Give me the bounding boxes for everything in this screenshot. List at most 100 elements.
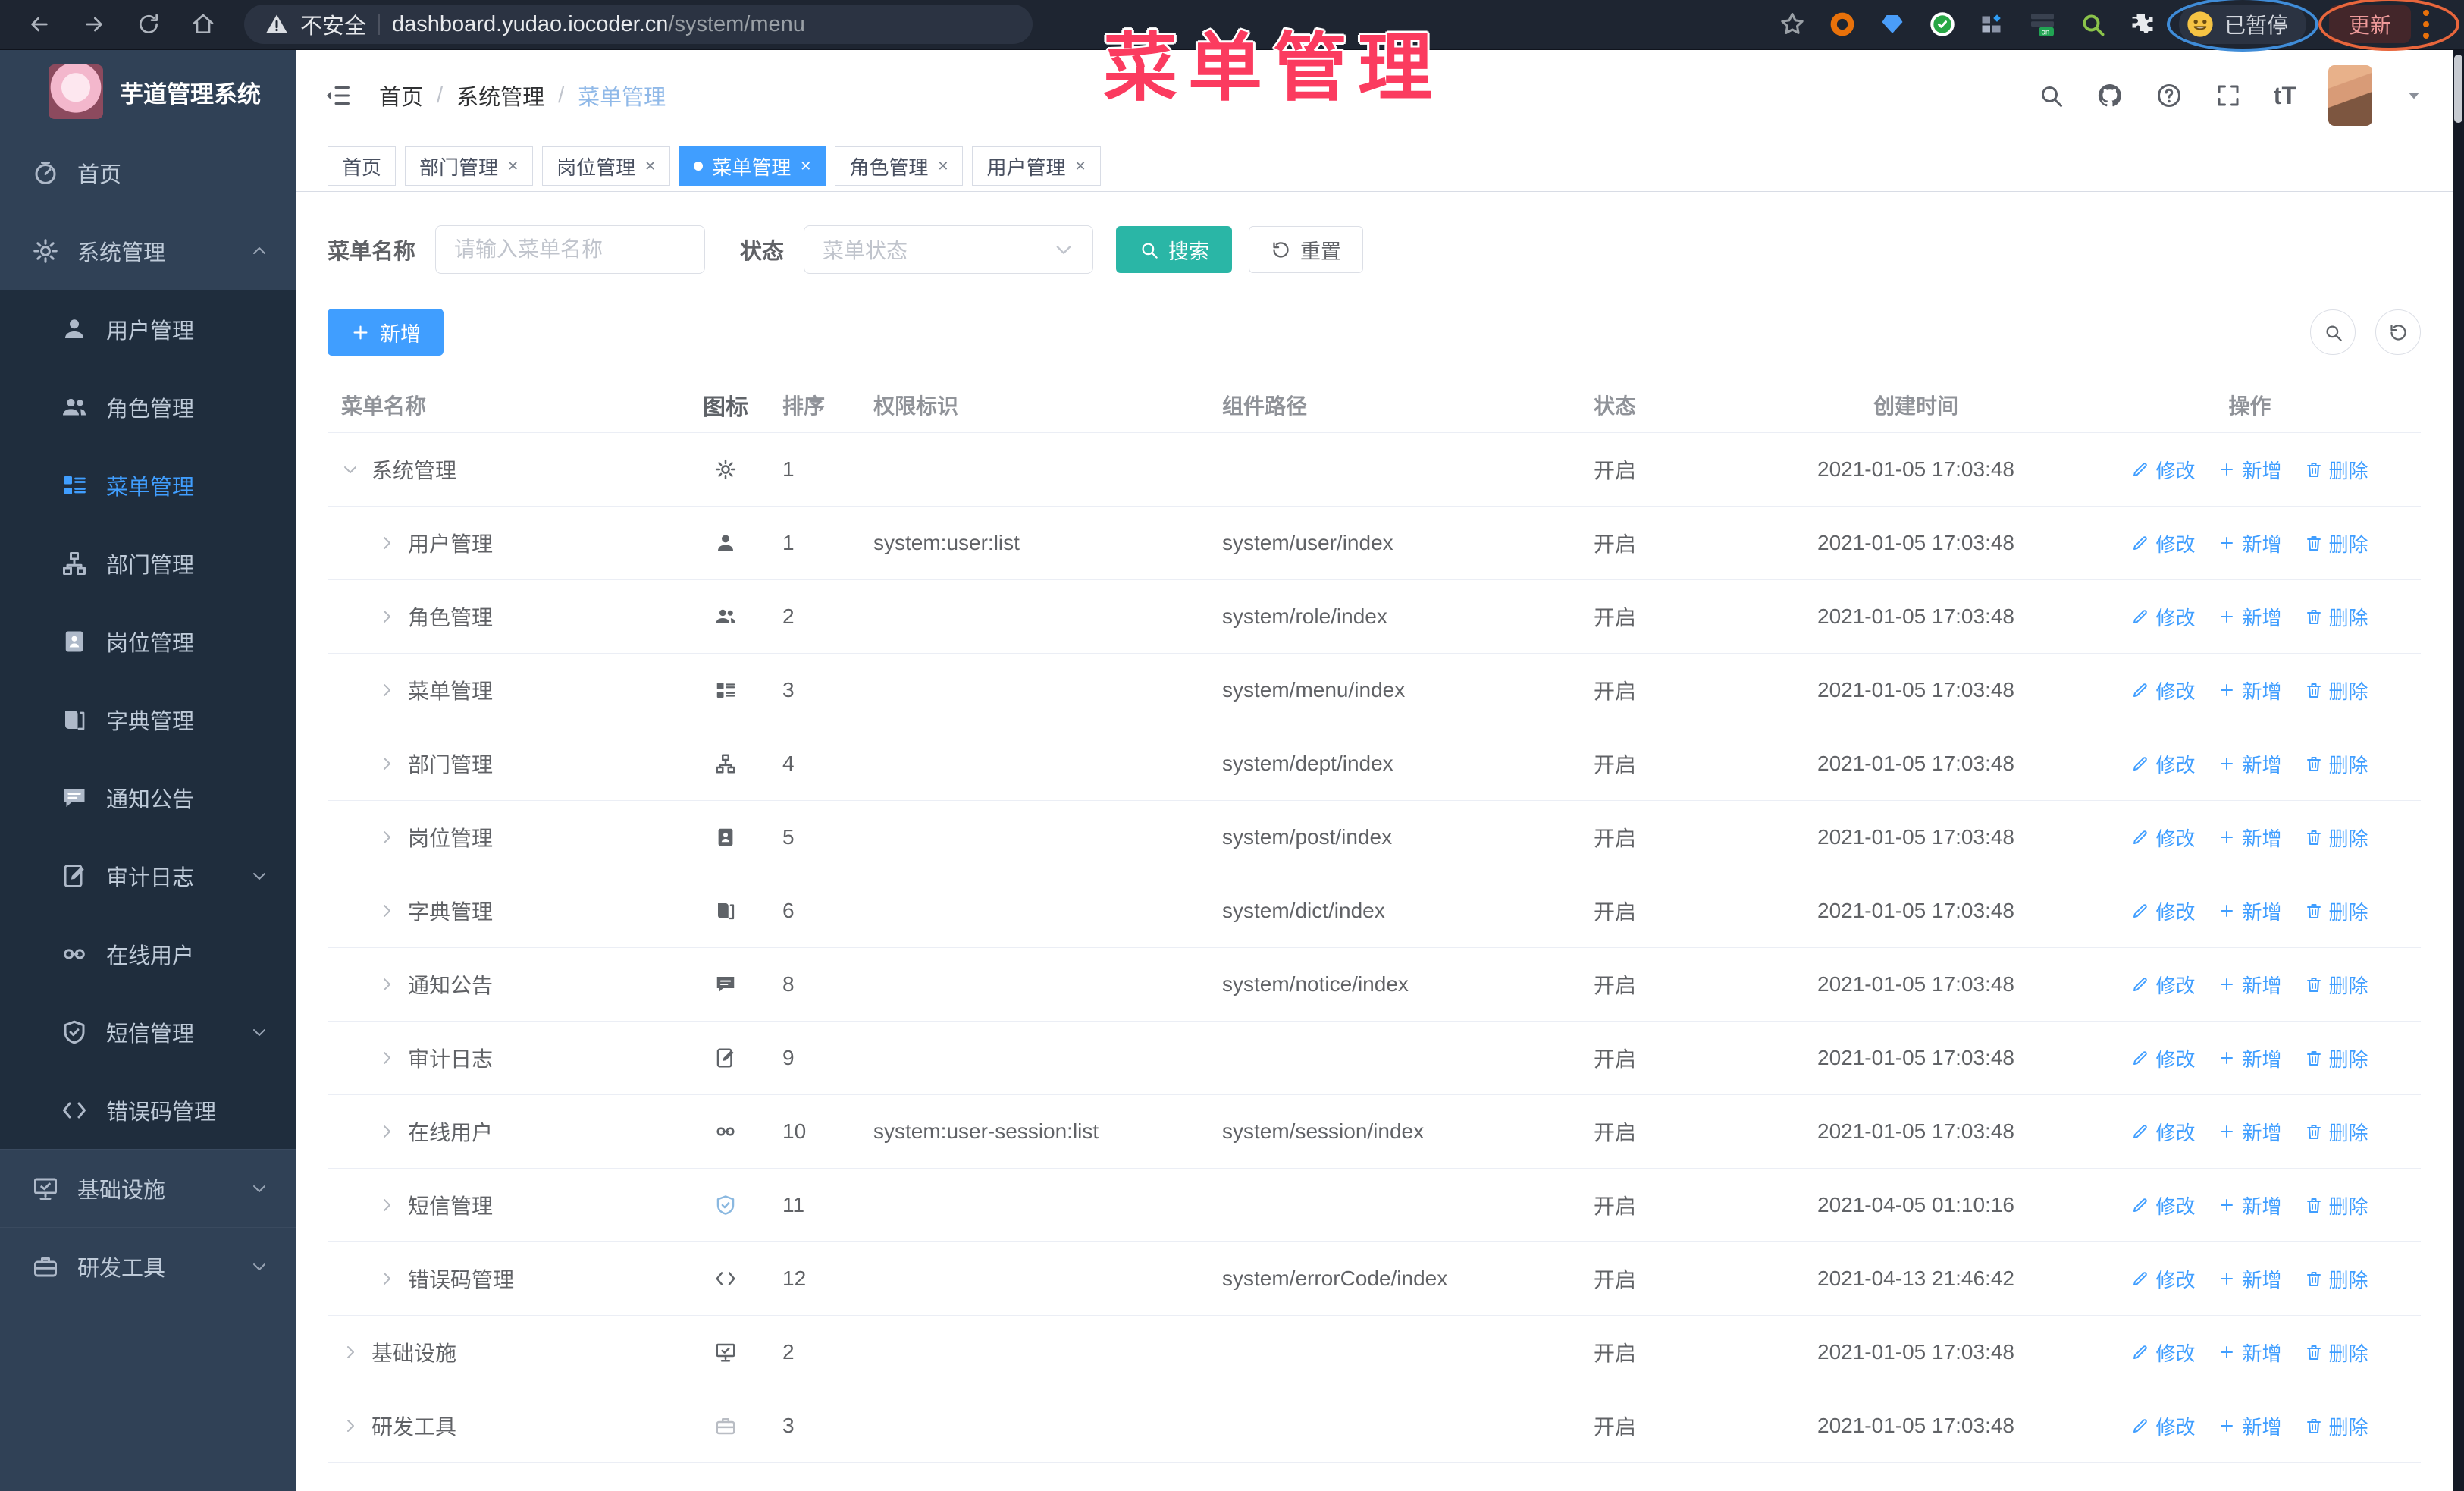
expand-row-icon[interactable]: [378, 828, 396, 846]
expand-row-icon[interactable]: [378, 1122, 396, 1141]
add-link[interactable]: 新增: [2218, 1412, 2282, 1440]
tab-close-icon[interactable]: ✕: [800, 159, 811, 174]
header-search-icon[interactable]: [2037, 82, 2064, 109]
add-link[interactable]: 新增: [2218, 971, 2282, 999]
expand-row-icon[interactable]: [378, 1049, 396, 1067]
delete-link[interactable]: 删除: [2305, 1265, 2368, 1293]
browser-reload-icon[interactable]: [124, 5, 173, 44]
sidebar-item-11[interactable]: 短信管理: [0, 993, 296, 1071]
github-icon[interactable]: [2096, 82, 2124, 109]
expand-row-icon[interactable]: [378, 975, 396, 993]
extension-magnifier-icon[interactable]: [2079, 11, 2106, 38]
expand-row-icon[interactable]: [378, 902, 396, 920]
edit-link[interactable]: 修改: [2131, 456, 2195, 484]
edit-link[interactable]: 修改: [2131, 676, 2195, 705]
delete-link[interactable]: 删除: [2305, 1044, 2368, 1072]
delete-link[interactable]: 删除: [2305, 824, 2368, 852]
extension-grid-icon[interactable]: [1979, 11, 2006, 38]
delete-link[interactable]: 删除: [2305, 750, 2368, 778]
add-link[interactable]: 新增: [2218, 897, 2282, 925]
expand-row-icon[interactable]: [341, 1417, 359, 1435]
expand-row-icon[interactable]: [378, 755, 396, 773]
sidebar-item-7[interactable]: 字典管理: [0, 680, 296, 758]
collapse-row-icon[interactable]: [341, 460, 359, 479]
add-link[interactable]: 新增: [2218, 1339, 2282, 1367]
tab-close-icon[interactable]: ✕: [1074, 159, 1086, 174]
sidebar-item-6[interactable]: 岗位管理: [0, 602, 296, 680]
browser-menu-icon[interactable]: [2423, 10, 2429, 39]
sidebar-item-14[interactable]: 研发工具: [0, 1227, 296, 1305]
extension-on-switch-icon[interactable]: on: [2029, 11, 2056, 38]
add-link[interactable]: 新增: [2218, 1191, 2282, 1219]
breadcrumb-home[interactable]: 首页: [379, 80, 423, 111]
tab-close-icon[interactable]: ✕: [507, 159, 519, 174]
sidebar-item-0[interactable]: 首页: [0, 133, 296, 212]
update-button[interactable]: 更新: [2328, 5, 2411, 43]
expand-row-icon[interactable]: [378, 534, 396, 552]
extension-green-icon[interactable]: [1929, 11, 1956, 38]
tab-3[interactable]: 菜单管理 ✕: [679, 146, 826, 186]
app-logo[interactable]: 芋道管理系统: [0, 50, 296, 133]
add-link[interactable]: 新增: [2218, 1044, 2282, 1072]
delete-link[interactable]: 删除: [2305, 603, 2368, 631]
sidebar-item-9[interactable]: 审计日志: [0, 837, 296, 915]
page-scrollbar[interactable]: [2453, 50, 2464, 1491]
edit-link[interactable]: 修改: [2131, 750, 2195, 778]
add-link[interactable]: 新增: [2218, 824, 2282, 852]
delete-link[interactable]: 删除: [2305, 897, 2368, 925]
reset-button[interactable]: 重置: [1249, 226, 1364, 273]
edit-link[interactable]: 修改: [2131, 1265, 2195, 1293]
sidebar-item-2[interactable]: 用户管理: [0, 290, 296, 368]
breadcrumb-system[interactable]: 系统管理: [456, 80, 544, 111]
fullscreen-icon[interactable]: [2215, 82, 2242, 109]
edit-link[interactable]: 修改: [2131, 1044, 2195, 1072]
edit-link[interactable]: 修改: [2131, 1339, 2195, 1367]
sidebar-item-13[interactable]: 基础设施: [0, 1149, 296, 1227]
edit-link[interactable]: 修改: [2131, 824, 2195, 852]
edit-link[interactable]: 修改: [2131, 529, 2195, 557]
scrollbar-thumb[interactable]: [2454, 55, 2462, 123]
tab-0[interactable]: 首页: [328, 146, 397, 186]
extension-gem-icon[interactable]: [1879, 11, 1906, 38]
expand-row-icon[interactable]: [378, 607, 396, 626]
profile-paused-badge[interactable]: 已暂停: [2166, 0, 2318, 52]
table-search-toggle-icon[interactable]: [2310, 309, 2356, 355]
status-select[interactable]: 菜单状态: [804, 225, 1094, 274]
sidebar-item-3[interactable]: 角色管理: [0, 368, 296, 446]
sidebar-item-10[interactable]: 在线用户: [0, 915, 296, 993]
search-button[interactable]: 搜索: [1116, 226, 1233, 273]
edit-link[interactable]: 修改: [2131, 603, 2195, 631]
edit-link[interactable]: 修改: [2131, 1191, 2195, 1219]
table-refresh-icon[interactable]: [2375, 309, 2421, 355]
tab-5[interactable]: 用户管理 ✕: [972, 146, 1101, 186]
sidebar-collapse-icon[interactable]: [324, 82, 352, 109]
extension-orange-icon[interactable]: [1829, 11, 1856, 38]
sidebar-item-4[interactable]: 菜单管理: [0, 446, 296, 524]
expand-row-icon[interactable]: [378, 1270, 396, 1288]
expand-row-icon[interactable]: [378, 1196, 396, 1214]
help-icon[interactable]: [2155, 82, 2183, 109]
delete-link[interactable]: 删除: [2305, 971, 2368, 999]
expand-row-icon[interactable]: [341, 1343, 359, 1361]
avatar-dropdown-icon[interactable]: [2404, 86, 2424, 105]
extensions-puzzle-icon[interactable]: [2129, 11, 2156, 38]
edit-link[interactable]: 修改: [2131, 1412, 2195, 1440]
tab-close-icon[interactable]: ✕: [644, 159, 656, 174]
sidebar-item-12[interactable]: 错误码管理: [0, 1071, 296, 1149]
add-link[interactable]: 新增: [2218, 529, 2282, 557]
delete-link[interactable]: 删除: [2305, 456, 2368, 484]
sidebar-item-1[interactable]: 系统管理: [0, 212, 296, 290]
expand-row-icon[interactable]: [378, 681, 396, 699]
bookmark-star-icon[interactable]: [1779, 11, 1806, 38]
browser-forward-icon[interactable]: [70, 5, 118, 44]
tab-4[interactable]: 角色管理 ✕: [835, 146, 964, 186]
tab-2[interactable]: 岗位管理 ✕: [542, 146, 671, 186]
menu-name-input[interactable]: [435, 225, 706, 274]
add-link[interactable]: 新增: [2218, 1265, 2282, 1293]
delete-link[interactable]: 删除: [2305, 1118, 2368, 1146]
browser-back-icon[interactable]: [15, 5, 64, 44]
add-link[interactable]: 新增: [2218, 676, 2282, 705]
delete-link[interactable]: 删除: [2305, 1339, 2368, 1367]
delete-link[interactable]: 删除: [2305, 1412, 2368, 1440]
add-link[interactable]: 新增: [2218, 750, 2282, 778]
